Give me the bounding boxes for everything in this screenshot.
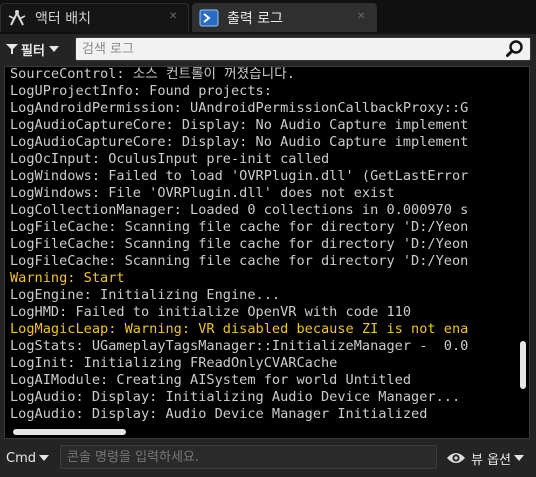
chevron-down-icon xyxy=(39,455,49,461)
filter-label: 필터 xyxy=(21,43,45,59)
tab-output-log[interactable]: 출력 로그 ✕ xyxy=(192,3,377,32)
chevron-down-icon xyxy=(48,46,59,52)
filter-icon xyxy=(6,44,18,54)
log-line: LogAudio: Display: Audio Device Manager … xyxy=(10,406,428,422)
log-line: LogEngine: Initializing Engine... xyxy=(10,287,281,303)
close-tab-icon[interactable]: ✕ xyxy=(169,12,178,22)
search-input[interactable] xyxy=(82,38,497,60)
log-line: LogFileCache: Scanning file cache for di… xyxy=(10,219,469,235)
cmd-dropdown[interactable]: Cmd xyxy=(6,449,49,467)
chevron-down-icon xyxy=(514,455,525,461)
horizontal-scrollbar-thumb[interactable] xyxy=(13,429,126,435)
log-line: LogWindows: File 'OVRPlugin.dll' does no… xyxy=(10,185,395,201)
view-options-label: 뷰 옵션 xyxy=(471,452,512,468)
filter-button[interactable]: 필터 xyxy=(6,40,59,59)
log-line: LogUProjectInfo: Found projects: xyxy=(10,83,272,99)
log-line: LogCollectionManager: Loaded 0 collectio… xyxy=(10,202,469,218)
log-line: LogHMD: Failed to initialize OpenVR with… xyxy=(10,304,412,320)
output-log-panel: 필터 SourceControl: 소스 컨트롤이 꺼졌습니다.LogUProj… xyxy=(0,34,536,477)
log-lines: SourceControl: 소스 컨트롤이 꺼졌습니다. LogUProject… xyxy=(10,66,516,423)
log-line: LogInit: Initializing FReadOnlyCVARCache xyxy=(10,355,338,371)
tab-bar: 액터 배치 ✕ 출력 로그 ✕ xyxy=(0,0,536,34)
search-icon[interactable] xyxy=(506,40,524,58)
view-options-button[interactable]: 뷰 옵션 xyxy=(446,448,525,468)
log-line: LogFileCache: Scanning file cache for di… xyxy=(10,253,469,269)
log-line: LogAudio: Display: Initializing Audio De… xyxy=(10,389,461,405)
console-command-input[interactable] xyxy=(67,446,427,468)
log-line: LogAudioCaptureCore: Display: No Audio C… xyxy=(10,117,469,133)
log-line: LogAudioCaptureCore: Display: No Audio C… xyxy=(10,134,469,150)
cmd-label: Cmd xyxy=(6,450,36,466)
actor-placement-icon xyxy=(7,8,27,28)
tab-actor-placement[interactable]: 액터 배치 ✕ xyxy=(0,3,189,32)
log-line: LogAIModule: Creating AISystem for world… xyxy=(10,372,412,388)
log-line: LogFileCache: Scanning file cache for di… xyxy=(10,236,469,252)
log-line: LogAndroidPermission: UAndroidPermission… xyxy=(10,100,469,116)
log-line: LogWindows: Failed to load 'OVRPlugin.dl… xyxy=(10,168,469,184)
log-line: SourceControl: 소스 컨트롤이 꺼졌습니다. xyxy=(10,66,295,82)
console-command-box[interactable] xyxy=(60,445,437,469)
close-tab-icon[interactable]: ✕ xyxy=(357,12,366,22)
log-output-area[interactable]: SourceControl: 소스 컨트롤이 꺼졌습니다. LogUProject… xyxy=(4,66,530,439)
log-line: LogStats: UGameplayTagsManager::Initiali… xyxy=(10,338,469,354)
vertical-scrollbar-thumb[interactable] xyxy=(520,341,526,389)
output-log-icon xyxy=(199,8,219,28)
eye-icon xyxy=(447,453,465,463)
log-line: LogOcInput: OculusInput pre-init called xyxy=(10,151,330,167)
tab-label: 액터 배치 xyxy=(35,11,91,27)
tab-label: 출력 로그 xyxy=(227,11,283,27)
search-box[interactable] xyxy=(75,37,531,61)
log-line-warning: LogMagicLeap: Warning: VR disabled becau… xyxy=(10,321,469,337)
log-line-warning: Warning: Start xyxy=(10,270,125,286)
